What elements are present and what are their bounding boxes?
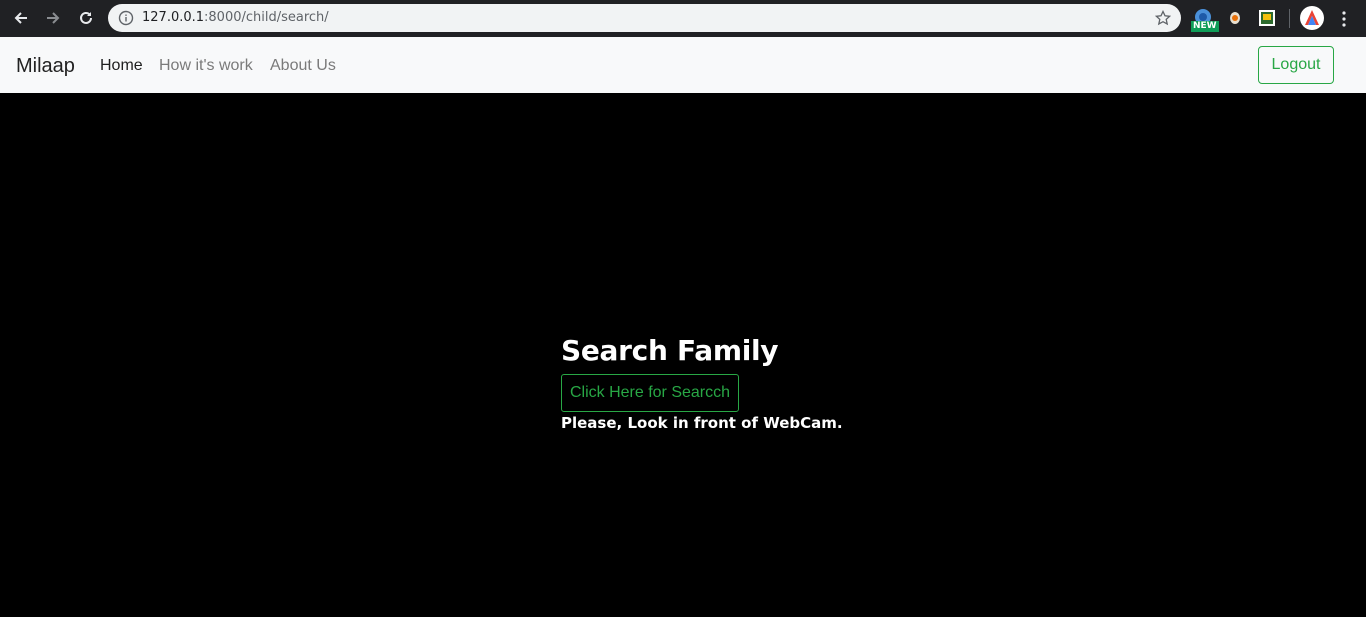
- logout-button[interactable]: Logout: [1258, 46, 1334, 84]
- bookmark-star-icon[interactable]: [1154, 9, 1172, 26]
- browser-toolbar: 127.0.0.1:8000/child/search/ NEW: [0, 0, 1366, 37]
- site-navbar: Milaap Home How it's work About Us Logou…: [0, 37, 1366, 93]
- info-icon[interactable]: [118, 10, 134, 26]
- more-menu-icon[interactable]: [1338, 10, 1350, 28]
- webcam-hint: Please, Look in front of WebCam.: [561, 414, 843, 432]
- toolbar-divider: [1289, 9, 1290, 28]
- profile-avatar-icon[interactable]: [1300, 6, 1324, 30]
- address-bar[interactable]: 127.0.0.1:8000/child/search/: [108, 4, 1181, 32]
- page-title: Search Family: [561, 334, 779, 367]
- extension-puzzle-icon[interactable]: [1258, 9, 1276, 27]
- extension-record-icon[interactable]: [1228, 10, 1242, 26]
- back-icon[interactable]: [10, 7, 32, 29]
- forward-icon[interactable]: [42, 7, 64, 29]
- brand-logo[interactable]: Milaap: [16, 37, 75, 93]
- url-text: 127.0.0.1:8000/child/search/: [142, 10, 329, 25]
- search-button[interactable]: Click Here for Searcch: [561, 374, 739, 412]
- new-badge: NEW: [1191, 21, 1219, 32]
- nav-link-how-it-works[interactable]: How it's work: [159, 37, 253, 93]
- nav-link-about-us[interactable]: About Us: [270, 37, 336, 93]
- extension-new-icon[interactable]: NEW: [1191, 7, 1219, 32]
- nav-link-home[interactable]: Home: [100, 37, 143, 93]
- main-content: Search Family Click Here for Searcch Ple…: [0, 93, 1366, 617]
- reload-icon[interactable]: [75, 7, 97, 29]
